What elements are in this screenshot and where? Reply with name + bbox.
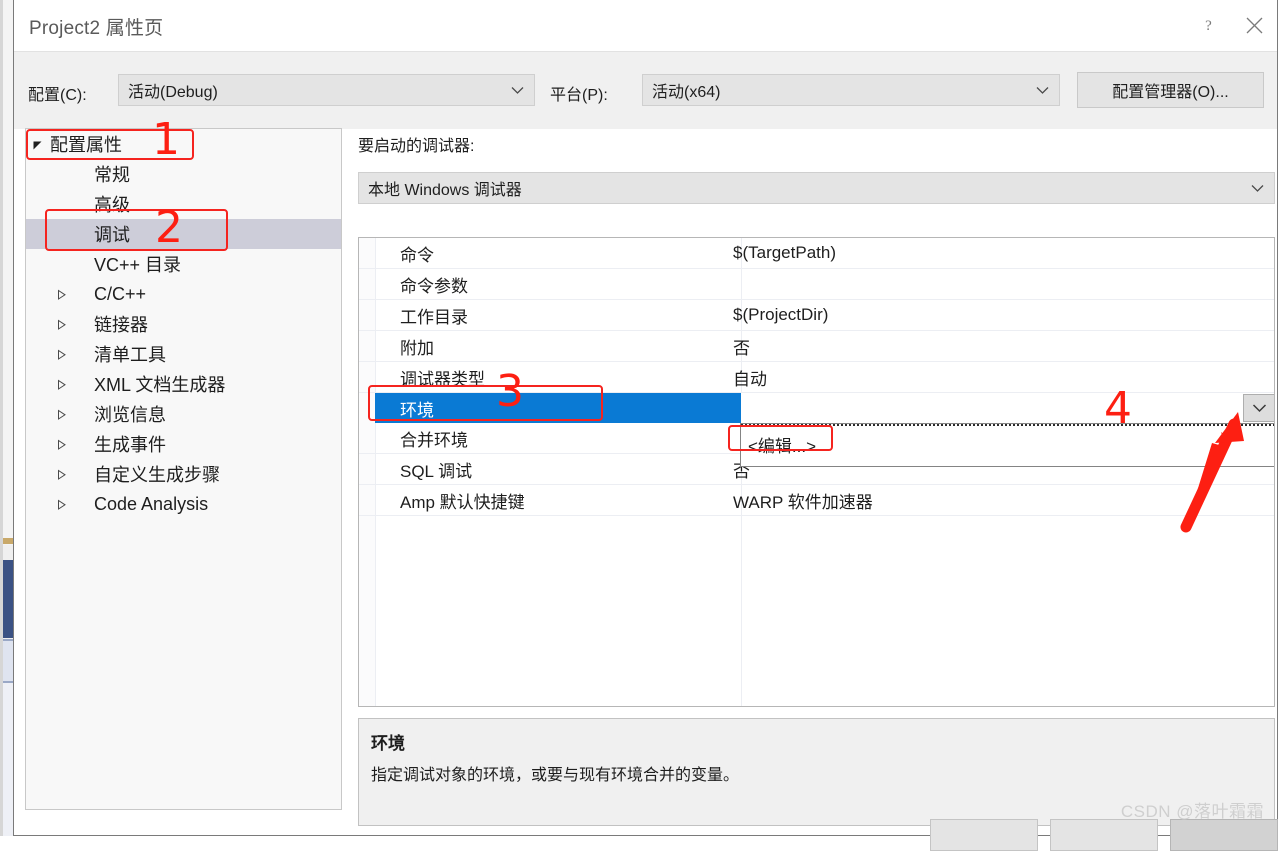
property-row[interactable]: 附加 否 bbox=[359, 331, 1274, 362]
ok-button[interactable] bbox=[930, 819, 1038, 851]
tree-item[interactable]: VC++ 目录 bbox=[26, 249, 341, 279]
tree-item[interactable]: 生成事件 bbox=[26, 429, 341, 459]
property-name: Amp 默认快捷键 bbox=[400, 492, 525, 512]
tree-item[interactable]: 高级 bbox=[26, 189, 341, 219]
tree-item[interactable]: 自定义生成步骤 bbox=[26, 459, 341, 489]
property-pane: 要启动的调试器: 本地 Windows 调试器 命令 $(TargetPath) 命… bbox=[355, 128, 1277, 836]
tree-item-label: XML 文档生成器 bbox=[94, 375, 226, 395]
help-button[interactable]: ? bbox=[1185, 0, 1231, 51]
focus-dotted-border bbox=[741, 424, 1274, 426]
property-row[interactable]: 工作目录 $(ProjectDir) bbox=[359, 300, 1274, 331]
description-title: 环境 bbox=[371, 734, 405, 753]
dialog-title: Project2 属性页 bbox=[29, 18, 164, 39]
debugger-to-launch-value: 本地 Windows 调试器 bbox=[368, 182, 522, 199]
pane-caption: 要启动的调试器: bbox=[358, 138, 475, 155]
tree-item[interactable]: XML 文档生成器 bbox=[26, 369, 341, 399]
tree-item-label: VC++ 目录 bbox=[94, 255, 182, 275]
cancel-button[interactable] bbox=[1050, 819, 1158, 851]
property-name: SQL 调试 bbox=[400, 461, 473, 481]
tree-item[interactable]: 调试 bbox=[26, 219, 341, 249]
platform-value: 活动(x64) bbox=[652, 84, 721, 101]
configuration-value: 活动(Debug) bbox=[128, 84, 218, 101]
triangle-right-icon[interactable] bbox=[50, 469, 72, 480]
dropdown-option[interactable]: <编辑...> bbox=[743, 428, 816, 460]
property-value[interactable]: $(TargetPath) bbox=[725, 243, 1274, 263]
chevron-down-icon bbox=[500, 86, 534, 95]
property-value[interactable]: 否 bbox=[725, 334, 1274, 359]
configuration-tree[interactable]: 配置属性常规高级调试 VC++ 目录 C/C++ 链接器清单工具 XML 文档生成器 浏览… bbox=[25, 128, 342, 810]
property-pages-dialog: Project2 属性页 ? 配置(C): 活动(Debug) 平台(P): 活… bbox=[13, 0, 1278, 851]
value-dropdown-list[interactable]: <编辑...> bbox=[740, 423, 1274, 467]
property-grid[interactable]: 命令 $(TargetPath) 命令参数 工作目录 $(ProjectDir) 附加否调… bbox=[358, 237, 1275, 707]
property-name: 工作目录 bbox=[400, 307, 468, 327]
configuration-label: 配置(C): bbox=[28, 87, 87, 104]
tree-item-label: 配置属性 bbox=[50, 135, 122, 155]
chevron-down-icon bbox=[1025, 86, 1059, 95]
tree-item[interactable]: 配置属性 bbox=[26, 129, 341, 159]
tree-item[interactable]: 清单工具 bbox=[26, 339, 341, 369]
property-value-editor[interactable] bbox=[741, 393, 1274, 423]
tree-item-label: 高级 bbox=[94, 195, 130, 215]
configuration-toolbar: 配置(C): 活动(Debug) 平台(P): 活动(x64) 配置管理器(O)… bbox=[14, 51, 1277, 129]
triangle-right-icon[interactable] bbox=[50, 319, 72, 330]
tree-item-label: 链接器 bbox=[94, 315, 148, 335]
triangle-right-icon[interactable] bbox=[50, 289, 72, 300]
tree-item[interactable]: 链接器 bbox=[26, 309, 341, 339]
platform-label: 平台(P): bbox=[550, 87, 608, 104]
property-name: 合并环境 bbox=[400, 430, 468, 450]
tree-item-label: C/C++ bbox=[94, 283, 147, 304]
tree-item-label: 浏览信息 bbox=[94, 405, 166, 425]
property-name: 环境 bbox=[400, 400, 434, 420]
triangle-down-icon[interactable] bbox=[26, 139, 48, 150]
property-row[interactable]: 命令参数 bbox=[359, 269, 1274, 300]
property-value[interactable]: 自动 bbox=[725, 365, 1274, 390]
property-row[interactable]: Amp 默认快捷键 WARP 软件加速器 bbox=[359, 485, 1274, 516]
property-value[interactable]: WARP 软件加速器 bbox=[725, 488, 1274, 513]
apply-button[interactable] bbox=[1170, 819, 1278, 851]
tree-item[interactable]: Code Analysis bbox=[26, 489, 341, 519]
close-button[interactable] bbox=[1231, 0, 1277, 51]
triangle-right-icon[interactable] bbox=[50, 379, 72, 390]
tree-item-label: 常规 bbox=[94, 165, 130, 185]
background-window-sliver bbox=[0, 0, 13, 836]
configuration-combobox[interactable]: 活动(Debug) bbox=[118, 74, 535, 106]
watermark: CSDN @落叶霜霜 bbox=[1120, 802, 1264, 821]
tree-item-label: 生成事件 bbox=[94, 435, 166, 455]
property-name: 命令参数 bbox=[400, 276, 468, 296]
chevron-down-icon[interactable] bbox=[1243, 394, 1274, 422]
platform-combobox[interactable]: 活动(x64) bbox=[642, 74, 1060, 106]
property-row[interactable]: 环境 <编辑...> bbox=[359, 393, 1274, 467]
chevron-down-icon bbox=[1240, 184, 1274, 193]
property-row[interactable]: 调试器类型 自动 bbox=[359, 362, 1274, 393]
config-manager-button[interactable]: 配置管理器(O)... bbox=[1077, 72, 1264, 108]
description-text: 指定调试对象的环境，或要与现有环境合并的变量。 bbox=[371, 767, 740, 784]
property-row[interactable]: 命令 $(TargetPath) bbox=[359, 238, 1274, 269]
property-name: 附加 bbox=[400, 338, 434, 358]
triangle-right-icon[interactable] bbox=[50, 499, 72, 510]
tree-item-label: 自定义生成步骤 bbox=[94, 465, 220, 485]
tree-item[interactable]: 常规 bbox=[26, 159, 341, 189]
triangle-right-icon[interactable] bbox=[50, 439, 72, 450]
svg-text:?: ? bbox=[1205, 18, 1212, 34]
tree-item-label: 清单工具 bbox=[94, 345, 166, 365]
dialog-footer bbox=[14, 815, 1278, 851]
tree-item[interactable]: 浏览信息 bbox=[26, 399, 341, 429]
triangle-right-icon[interactable] bbox=[50, 349, 72, 360]
property-name: 命令 bbox=[400, 245, 434, 265]
dialog-titlebar: Project2 属性页 ? bbox=[14, 0, 1277, 51]
tree-item[interactable]: C/C++ bbox=[26, 279, 341, 309]
tree-item-label: 调试 bbox=[94, 225, 130, 245]
debugger-to-launch-combobox[interactable]: 本地 Windows 调试器 bbox=[358, 172, 1275, 204]
tree-item-label: Code Analysis bbox=[94, 493, 209, 514]
triangle-right-icon[interactable] bbox=[50, 409, 72, 420]
property-value[interactable]: $(ProjectDir) bbox=[725, 305, 1274, 325]
property-name: 调试器类型 bbox=[400, 369, 485, 389]
